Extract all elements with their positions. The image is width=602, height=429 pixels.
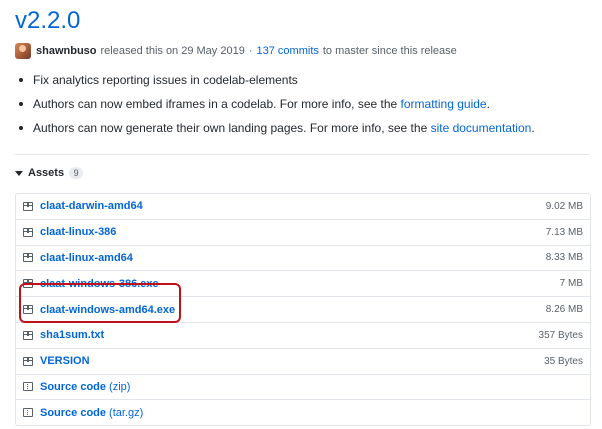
release-note-2: Authors can now embed iframes in a codel…	[19, 96, 602, 112]
asset-link[interactable]: claat-windows-386.exe	[40, 278, 560, 290]
asset-row: claat-linux-386 7.13 MB	[16, 220, 590, 246]
release-note-1: Fix analytics reporting issues in codela…	[19, 72, 602, 88]
source-code-row: Source code (zip)	[16, 375, 590, 401]
source-code-targz-link[interactable]: Source code (tar.gz)	[40, 407, 143, 419]
asset-row: sha1sum.txt 357 Bytes	[16, 323, 590, 349]
release-note-3: Authors can now generate their own landi…	[19, 120, 602, 136]
release-notes: Fix analytics reporting issues in codela…	[15, 72, 602, 144]
asset-size: 8.26 MB	[545, 304, 583, 316]
avatar[interactable]	[15, 43, 31, 59]
commits-link[interactable]: 137 commits	[257, 45, 319, 57]
triangle-down-icon	[15, 170, 23, 176]
site-documentation-link[interactable]: site documentation	[431, 121, 532, 135]
asset-row: claat-windows-386.exe 7 MB	[16, 271, 590, 298]
package-icon	[23, 330, 33, 340]
package-icon	[23, 227, 33, 237]
separator: ·	[248, 45, 253, 57]
asset-row: claat-windows-amd64.exe 8.26 MB	[16, 297, 590, 323]
asset-size: 35 Bytes	[544, 355, 583, 367]
asset-link[interactable]: claat-linux-amd64	[40, 252, 546, 264]
package-icon	[23, 201, 33, 211]
release-meta: shawnbuso released this on 29 May 2019 ·…	[15, 43, 457, 59]
package-icon	[23, 305, 33, 315]
assets-label: Assets	[28, 167, 65, 179]
package-icon	[23, 253, 33, 263]
package-icon	[23, 356, 33, 366]
assets-count-badge: 9	[69, 167, 84, 179]
asset-link[interactable]: VERSION	[40, 355, 544, 367]
divider	[15, 154, 589, 155]
asset-link[interactable]: claat-darwin-amd64	[40, 200, 546, 212]
file-zip-icon	[23, 408, 33, 418]
assets-toggle[interactable]: Assets 9	[15, 167, 84, 179]
source-code-zip-link[interactable]: Source code (zip)	[40, 381, 130, 393]
file-zip-icon	[23, 382, 33, 392]
source-code-row: Source code (tar.gz)	[16, 400, 590, 425]
release-title[interactable]: v2.2.0	[15, 6, 80, 36]
author-link[interactable]: shawnbuso	[36, 45, 97, 57]
asset-row: claat-linux-amd64 8.33 MB	[16, 246, 590, 272]
asset-link[interactable]: claat-linux-386	[40, 226, 546, 238]
released-text: released this on 29 May 2019	[100, 45, 245, 57]
asset-size: 9.02 MB	[545, 200, 583, 212]
assets-list: claat-darwin-amd64 9.02 MB claat-linux-3…	[15, 193, 591, 427]
asset-size: 357 Bytes	[538, 329, 583, 341]
package-icon	[23, 279, 33, 289]
asset-size: 7.13 MB	[545, 226, 583, 238]
asset-row: VERSION 35 Bytes	[16, 349, 590, 375]
asset-row: claat-darwin-amd64 9.02 MB	[16, 194, 590, 220]
formatting-guide-link[interactable]: formatting guide	[401, 97, 487, 111]
asset-size: 8.33 MB	[545, 252, 583, 264]
since-text: to master since this release	[322, 45, 457, 57]
asset-link[interactable]: claat-windows-amd64.exe	[40, 304, 546, 316]
asset-size: 7 MB	[559, 278, 583, 290]
asset-link[interactable]: sha1sum.txt	[40, 329, 539, 341]
